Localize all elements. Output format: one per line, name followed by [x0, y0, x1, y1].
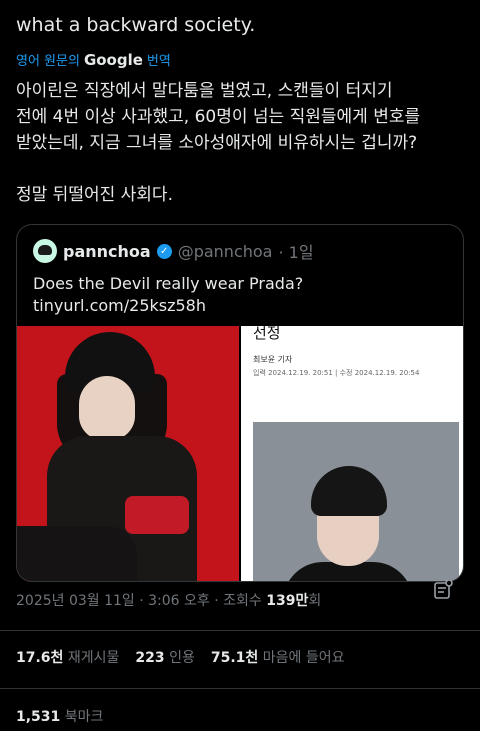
- post-meta: 2025년 03월 11일 · 3:06 오후 · 조회수 139만회: [16, 590, 321, 610]
- quote-author-name[interactable]: pannchoa: [63, 242, 151, 261]
- divider: [0, 688, 480, 689]
- translate-label: 영어 원문의: [16, 54, 80, 69]
- bookmarks-stat[interactable]: 1,531 북마크: [16, 706, 103, 726]
- quote-header: pannchoa ✓ @pannchoa · 1일: [33, 239, 314, 263]
- photo-woman[interactable]: [17, 326, 239, 581]
- likes-stat[interactable]: 75.1천 마음에 들어요: [211, 647, 345, 667]
- retweets-stat[interactable]: 17.6천 재게시물: [16, 647, 119, 667]
- quote-author-handle[interactable]: @pannchoa: [178, 242, 273, 261]
- article-title: 선정: [253, 326, 281, 342]
- translation-credit[interactable]: 영어 원문의 Google 번역: [16, 50, 171, 70]
- translated-text: 아이린은 직장에서 말다툼을 벌였고, 스캔들이 터지기 전에 4번 이상 사과…: [16, 81, 421, 205]
- view-suffix: 회: [308, 593, 322, 609]
- article-author: 최보윤 기자: [253, 355, 293, 364]
- grok-analyze-icon[interactable]: [433, 579, 453, 600]
- google-logo: Google: [83, 50, 143, 69]
- quotes-stat[interactable]: 223 인용: [135, 647, 194, 667]
- verified-badge-icon: ✓: [156, 243, 172, 259]
- quote-media[interactable]: 선정 최보윤 기자 입력 2024.12.19. 20:51 | 수정 2024…: [17, 326, 463, 581]
- post-timestamp[interactable]: 2025년 03월 11일 · 3:06 오후 · 조회수: [16, 593, 262, 609]
- translate-suffix: 번역: [146, 54, 171, 69]
- article-screenshot[interactable]: 선정 최보윤 기자 입력 2024.12.19. 20:51 | 수정 2024…: [241, 326, 463, 581]
- view-count: 139만: [266, 593, 309, 609]
- quote-timestamp[interactable]: · 1일: [278, 239, 313, 263]
- article-photo-man: [253, 422, 459, 581]
- divider: [0, 630, 480, 631]
- avatar[interactable]: [33, 239, 57, 263]
- engagement-stats: 17.6천 재게시물 223 인용 75.1천 마음에 들어요: [16, 647, 345, 667]
- post-text: what a backward society.: [16, 14, 256, 36]
- quote-text: Does the Devil really wear Prada? tinyur…: [33, 274, 304, 315]
- quote-tweet-card[interactable]: pannchoa ✓ @pannchoa · 1일 Does the Devil…: [16, 224, 464, 582]
- article-meta: 입력 2024.12.19. 20:51 | 수정 2024.12.19. 20…: [253, 369, 420, 377]
